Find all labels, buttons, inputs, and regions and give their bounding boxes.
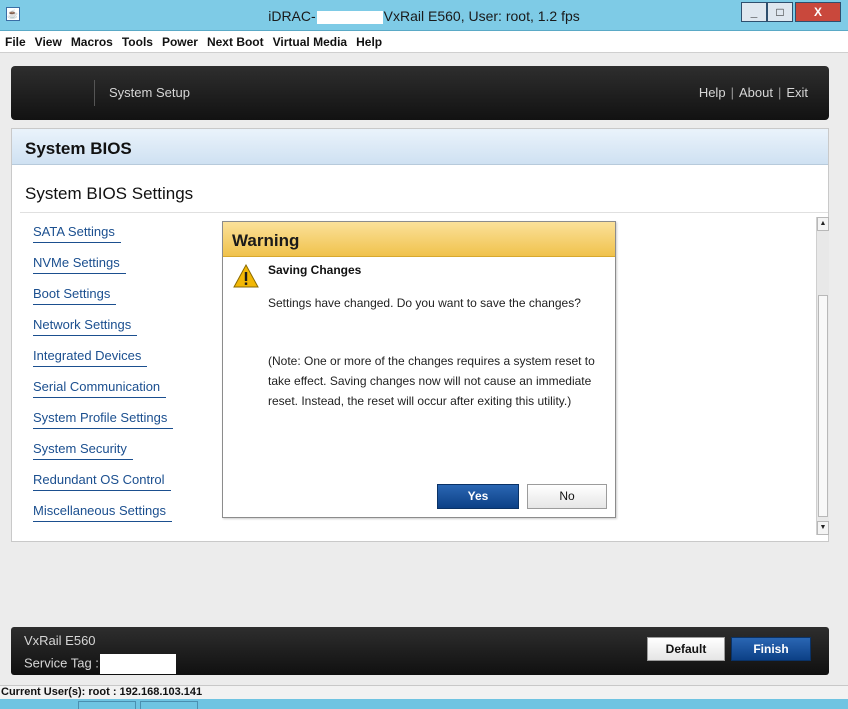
nav-item-network[interactable]: Network Settings (33, 316, 173, 347)
current-user-status: Current User(s): root : 192.168.103.141 (1, 686, 203, 698)
window-title: iDRAC- VxRail E560, User: root, 1.2 fps (0, 8, 848, 24)
no-button[interactable]: No (527, 484, 607, 509)
setup-title: System Setup (109, 85, 190, 100)
exit-link[interactable]: Exit (786, 85, 808, 100)
nav-item-label: System Profile Settings (33, 410, 174, 429)
taskbar-button[interactable] (140, 701, 198, 709)
scroll-up-arrow-icon[interactable]: ▲ (817, 217, 829, 231)
nav-item-label: Serial Communication (33, 379, 167, 398)
default-button[interactable]: Default (647, 637, 725, 661)
dialog-heading: Saving Changes (268, 263, 362, 277)
nav-item-label: Boot Settings (33, 286, 117, 305)
dialog-message: Settings have changed. Do you want to sa… (268, 296, 581, 310)
nav-item-system-profile[interactable]: System Profile Settings (33, 409, 174, 440)
page-subtitle: System BIOS Settings (25, 184, 194, 203)
scroll-down-arrow-icon[interactable]: ▼ (817, 521, 829, 535)
system-model: VxRail E560 (24, 633, 96, 648)
help-link[interactable]: Help (699, 85, 726, 100)
service-tag-label: Service Tag : (24, 655, 99, 671)
service-tag: Service Tag : (24, 654, 176, 674)
window-title-prefix: iDRAC- (268, 8, 316, 24)
maximize-button[interactable]: □ (767, 2, 793, 22)
minimize-button[interactable]: _ (741, 2, 767, 22)
menu-bar: File View Macros Tools Power Next Boot Virtual… (0, 31, 848, 53)
vertical-scrollbar[interactable]: ▲ ▼ (816, 217, 829, 535)
redacted-service-tag (99, 654, 176, 674)
link-separator: | (730, 85, 734, 100)
page-title: System BIOS (25, 139, 132, 158)
window-title-bar: ☕ iDRAC- VxRail E560, User: root, 1.2 fps… (0, 0, 848, 31)
finish-button[interactable]: Finish (731, 637, 811, 661)
scroll-thumb[interactable] (818, 295, 828, 517)
panel-title-bar: System BIOS (12, 129, 828, 165)
menu-view[interactable]: View (30, 31, 66, 49)
nav-item-label: NVMe Settings (33, 255, 126, 274)
divider (20, 212, 828, 213)
nav-item-label: Redundant OS Control (33, 472, 171, 491)
nav-item-integrated-devices[interactable]: Integrated Devices (33, 347, 173, 378)
dialog-title: Warning (232, 231, 300, 250)
menu-file[interactable]: File (0, 31, 30, 49)
menu-virtual-media[interactable]: Virtual Media (268, 31, 351, 49)
nav-item-label: Integrated Devices (33, 348, 148, 367)
header-divider (94, 80, 95, 106)
warning-icon (233, 264, 259, 288)
nav-item-system-security[interactable]: System Security (33, 440, 173, 471)
link-separator: | (777, 85, 782, 100)
dialog-header: Warning (223, 222, 615, 257)
taskbar-strip (0, 699, 848, 709)
menu-tools[interactable]: Tools (117, 31, 157, 49)
nav-item-nvme[interactable]: NVMe Settings (33, 254, 173, 285)
warning-dialog: Warning Saving Changes Settings have cha… (222, 221, 616, 518)
window-title-suffix: VxRail E560, User: root, 1.2 fps (383, 8, 580, 24)
header-links: Help | About | Exit (699, 85, 808, 100)
nav-item-label: SATA Settings (33, 224, 121, 243)
nav-item-redundant-os[interactable]: Redundant OS Control (33, 471, 173, 502)
setup-header: System Setup Help | About | Exit (11, 66, 829, 120)
nav-item-label: Miscellaneous Settings (33, 503, 172, 522)
nav-item-miscellaneous[interactable]: Miscellaneous Settings (33, 502, 173, 533)
status-bar: Current User(s): root : 192.168.103.141 (0, 685, 848, 699)
yes-button[interactable]: Yes (437, 484, 519, 509)
menu-help[interactable]: Help (351, 31, 386, 49)
redacted-host (316, 10, 383, 24)
settings-nav: SATA Settings NVMe Settings Boot Setting… (33, 223, 174, 533)
menu-power[interactable]: Power (157, 31, 202, 49)
nav-item-boot[interactable]: Boot Settings (33, 285, 173, 316)
about-link[interactable]: About (739, 85, 773, 100)
console-viewer: System Setup Help | About | Exit System BIOS… (0, 53, 848, 685)
nav-item-label: System Security (33, 441, 133, 460)
menu-next-boot[interactable]: Next Boot (202, 31, 268, 49)
menu-macros[interactable]: Macros (66, 31, 117, 49)
nav-item-serial-communication[interactable]: Serial Communication (33, 378, 173, 409)
nav-item-sata[interactable]: SATA Settings (33, 223, 173, 254)
close-button[interactable]: X (795, 2, 841, 22)
dialog-note: (Note: One or more of the changes requir… (268, 354, 595, 408)
taskbar-button[interactable] (78, 701, 136, 709)
nav-item-label: Network Settings (33, 317, 138, 336)
setup-footer: VxRail E560 Service Tag : Default Finish (11, 627, 829, 675)
